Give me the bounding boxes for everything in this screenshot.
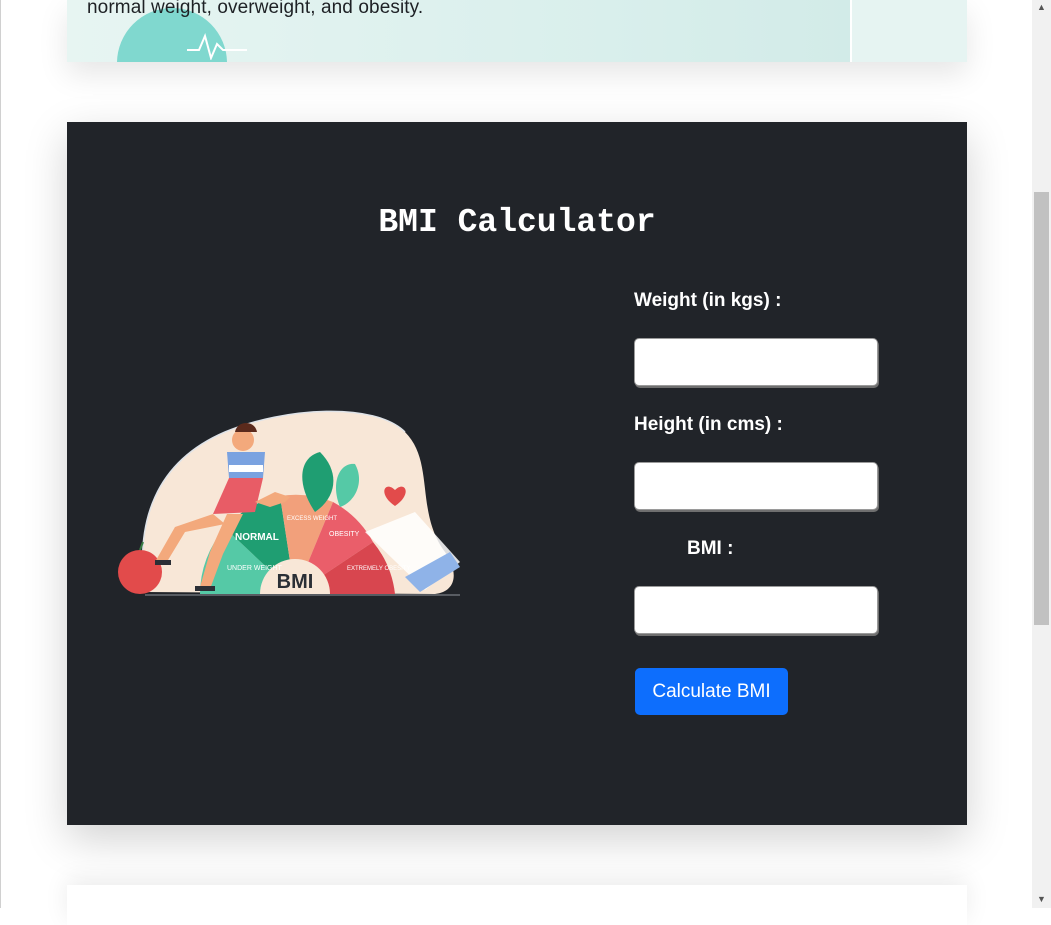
bmi-result-field[interactable]	[634, 586, 878, 634]
calculator-title: BMI Calculator	[378, 204, 656, 241]
gauge-segment-label: UNDER WEIGHT	[227, 565, 283, 572]
bmi-illustration: BMI UNDER WEIGHT NORMAL EXCESS WEIGHT OB…	[118, 410, 460, 596]
weight-input[interactable]	[634, 338, 878, 386]
hero-side-panel	[850, 0, 967, 62]
scroll-down-icon[interactable]: ▼	[1032, 892, 1051, 906]
height-label: Height (in cms) :	[634, 414, 783, 435]
gauge-segment-label: EXTREMELY OBESITY	[347, 566, 410, 572]
weight-label: Weight (in kgs) :	[634, 290, 782, 311]
hero-description: normal weight, overweight, and obesity.	[87, 0, 424, 18]
vertical-scrollbar[interactable]: ▲ ▼	[1032, 0, 1051, 908]
hero-banner: normal weight, overweight, and obesity.	[67, 0, 967, 62]
bmi-label: BMI :	[687, 538, 734, 559]
gauge-segment-label: NORMAL	[235, 532, 279, 543]
scrollbar-thumb[interactable]	[1034, 192, 1049, 625]
heartbeat-icon	[187, 32, 247, 60]
scroll-up-icon[interactable]: ▲	[1032, 0, 1051, 14]
page-edge	[0, 0, 1, 908]
gauge-center-label: BMI	[277, 571, 314, 593]
gauge-segment-label: EXCESS WEIGHT	[287, 516, 337, 522]
calculate-bmi-button[interactable]: Calculate BMI	[635, 668, 788, 715]
next-section-card	[67, 885, 967, 925]
height-input[interactable]	[634, 462, 878, 510]
gauge-segment-label: OBESITY	[329, 531, 360, 538]
bmi-calculator-section: BMI Calculator BMI UNDER WEIGHT NORMAL E…	[67, 122, 967, 825]
